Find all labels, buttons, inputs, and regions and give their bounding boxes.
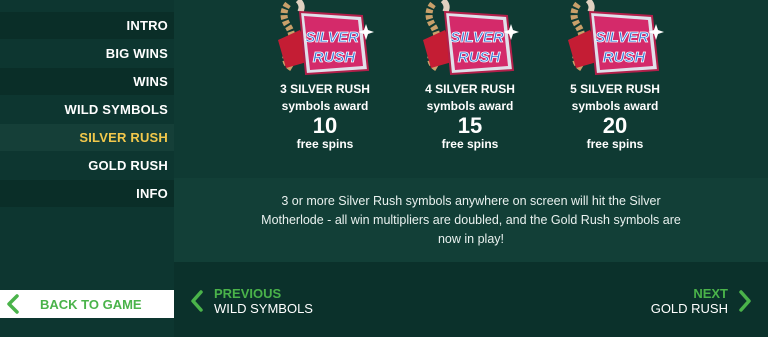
sidebar-item-label: WINS xyxy=(133,74,168,89)
chevron-left-icon xyxy=(191,290,203,312)
sidebar-item-wins[interactable]: WINS xyxy=(0,68,174,95)
chevron-left-icon xyxy=(7,294,19,314)
free-spins-label: free spins xyxy=(296,137,354,151)
svg-text:RUSH: RUSH xyxy=(458,49,502,66)
svg-text:RUSH: RUSH xyxy=(313,49,357,66)
chevron-right-icon xyxy=(739,290,751,312)
sidebar-item-label: INTRO xyxy=(126,18,168,33)
sidebar-item-silver-rush[interactable]: SILVER RUSH xyxy=(0,124,174,151)
free-spins-label: free spins xyxy=(586,137,644,151)
silver-rush-symbol-image: SILVER RUSH xyxy=(415,0,525,78)
sidebar-item-big-wins[interactable]: BIG WINS xyxy=(0,40,174,67)
back-to-game-label: BACK TO GAME xyxy=(40,296,142,312)
sidebar-item-gold-rush[interactable]: GOLD RUSH xyxy=(0,152,174,179)
svg-text:RUSH: RUSH xyxy=(603,49,647,66)
next-page-button[interactable]: NEXT GOLD RUSH xyxy=(651,286,752,316)
svg-text:SILVER: SILVER xyxy=(595,29,649,46)
next-label: NEXT xyxy=(693,286,728,301)
free-spins-count: 10 xyxy=(312,113,338,138)
previous-label: PREVIOUS xyxy=(214,286,282,301)
feature-description: 3 or more Silver Rush symbols anywhere o… xyxy=(174,178,768,262)
silver-rush-symbol-image: SILVER RUSH xyxy=(270,0,380,78)
symbol-card: SILVER RUSH 4 SILVER RUSH symbols award … xyxy=(415,0,525,152)
back-to-game-button[interactable]: BACK TO GAME xyxy=(0,290,174,318)
free-spins-label: free spins xyxy=(441,137,499,151)
symbol-count-line: 4 SILVER RUSH xyxy=(425,82,515,96)
free-spins-count: 15 xyxy=(457,113,483,138)
svg-text:SILVER: SILVER xyxy=(305,29,359,46)
symbol-card: SILVER RUSH 3 SILVER RUSH symbols award … xyxy=(270,0,380,152)
next-page-title: GOLD RUSH xyxy=(650,301,728,316)
symbol-count-line: 3 SILVER RUSH xyxy=(280,82,370,96)
symbol-count-line: 5 SILVER RUSH xyxy=(570,82,660,96)
previous-page-title: WILD SYMBOLS xyxy=(214,301,313,316)
description-text: 3 or more Silver Rush symbols anywhere o… xyxy=(261,193,681,246)
svg-text:SILVER: SILVER xyxy=(450,29,504,46)
help-sidebar: INTRO BIG WINS WINS WILD SYMBOLS SILVER … xyxy=(0,0,174,337)
sidebar-item-label: GOLD RUSH xyxy=(88,158,168,173)
sidebar-item-info[interactable]: INFO xyxy=(0,180,174,207)
sidebar-item-wild-symbols[interactable]: WILD SYMBOLS xyxy=(0,96,174,123)
symbol-card: SILVER RUSH 5 SILVER RUSH symbols award … xyxy=(560,0,670,152)
free-spins-count: 20 xyxy=(602,113,628,138)
sidebar-item-label: BIG WINS xyxy=(105,46,168,61)
sidebar-item-label: SILVER RUSH xyxy=(79,130,168,145)
symbols-row: SILVER RUSH 3 SILVER RUSH symbols award … xyxy=(174,0,768,178)
page-navigation-bar: PREVIOUS WILD SYMBOLS NEXT GOLD RUSH xyxy=(174,262,768,337)
sidebar-item-intro[interactable]: INTRO xyxy=(0,12,174,39)
sidebar-item-label: INFO xyxy=(136,186,168,201)
silver-rush-symbol-image: SILVER RUSH xyxy=(560,0,670,78)
previous-page-button[interactable]: PREVIOUS WILD SYMBOLS xyxy=(190,286,313,316)
sidebar-item-label: WILD SYMBOLS xyxy=(64,102,168,117)
